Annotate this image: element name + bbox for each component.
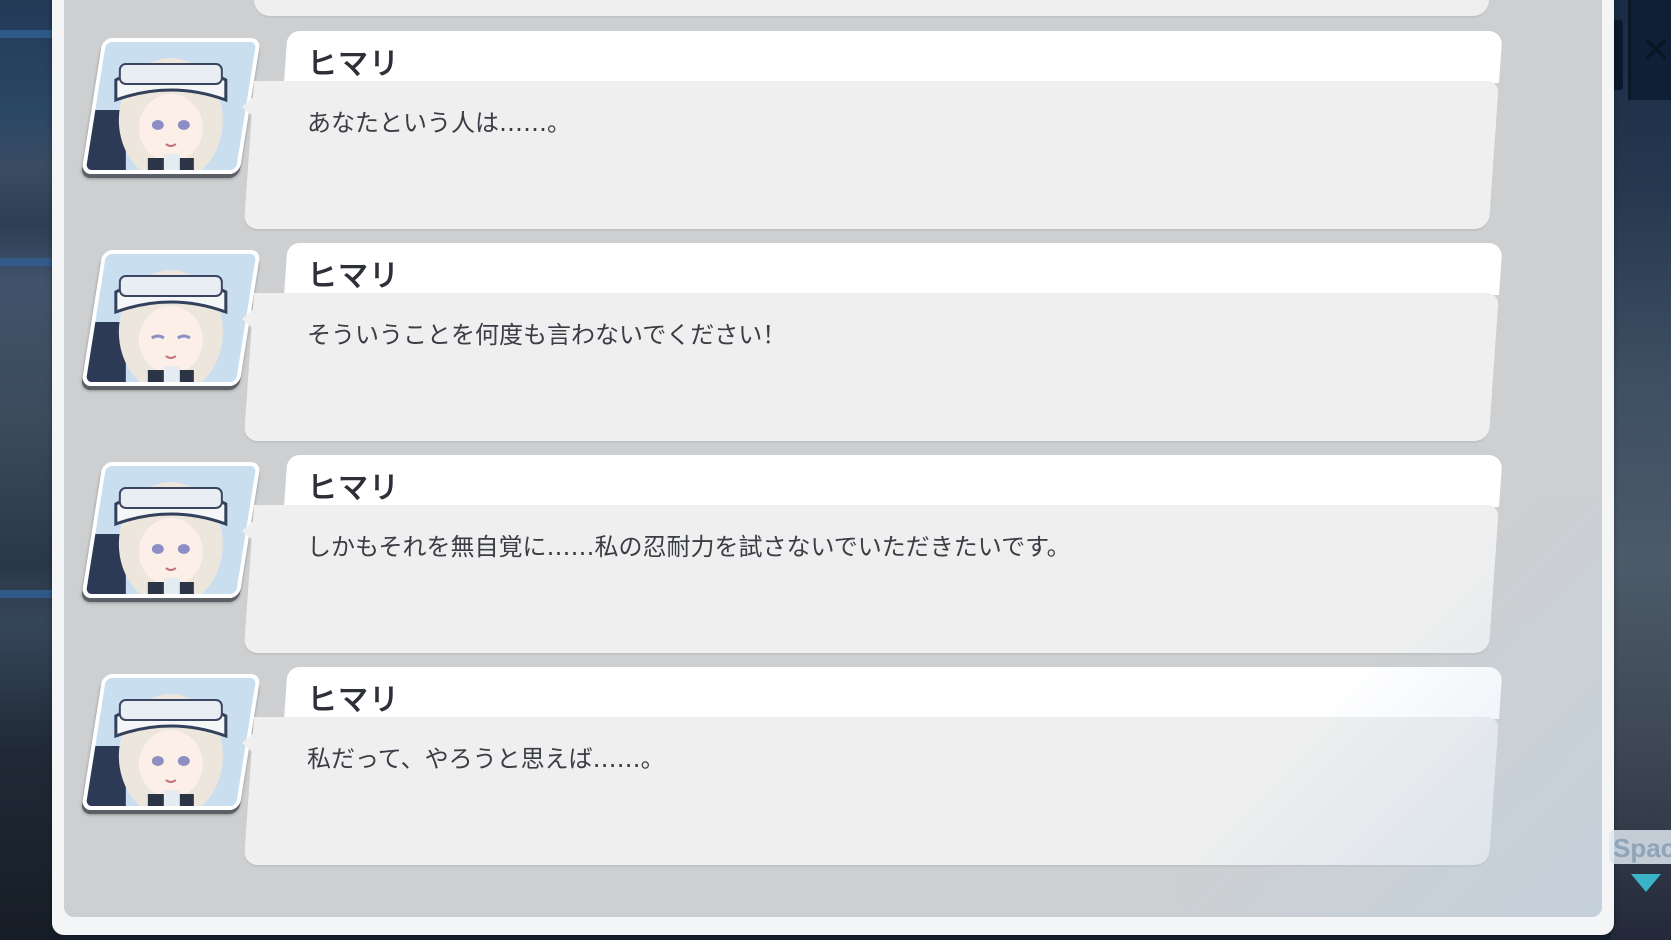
backlog-scroll-area[interactable]: ヒマリ あなたという人は……。 ヒマリ そういうことを何度も言わないでください！… [64,0,1602,917]
space-key-hint[interactable]: Spac [1609,830,1671,864]
message-bubble: ヒマリ そういうことを何度も言わないでください！ [242,243,1503,453]
portrait-art-icon [85,464,256,598]
bubble-header [284,455,1503,507]
close-icon: ✕ [1641,30,1671,71]
log-entry: ヒマリ 私だって、やろうと思えば……。 [64,667,1602,882]
background-stripe [0,258,60,266]
bubble-pointer [242,517,258,545]
dialogue-text: 私だって、やろうと思えば……。 [307,745,665,773]
message-bubble: ヒマリ しかもそれを無自覚に……私の忍耐力を試さないでいただきたいです。 [242,455,1503,665]
portrait-art-icon [85,40,256,174]
bubble-header [284,667,1503,719]
bubble-pointer [242,93,258,121]
message-bubble: ヒマリ 私だって、やろうと思えば……。 [242,667,1503,877]
bubble-header [284,31,1503,83]
bubble-header [284,243,1503,295]
character-portrait [81,674,261,810]
triangle-down-icon [1631,874,1661,892]
log-entry: ヒマリ しかもそれを無自覚に……私の忍耐力を試さないでいただきたいです。 [64,455,1602,670]
background-stripe [0,30,60,38]
speaker-name: ヒマリ [307,47,400,82]
character-portrait [81,38,261,174]
background-stripe [0,590,60,598]
close-log-button[interactable]: ✕ [1628,0,1671,100]
character-portrait [81,250,261,386]
bubble-pointer [242,305,258,333]
background-scenery-left [0,0,60,940]
character-portrait [81,462,261,598]
dialogue-text: しかもそれを無自覚に……私の忍耐力を試さないでいただきたいです。 [307,533,1071,561]
space-key-label: Spac [1613,833,1671,863]
backlog-panel: ヒマリ あなたという人は……。 ヒマリ そういうことを何度も言わないでください！… [52,0,1614,935]
portrait-art-icon [85,252,256,386]
dialogue-text: あなたという人は……。 [307,109,571,137]
speaker-name: ヒマリ [307,259,400,294]
message-bubble: ヒマリ あなたという人は……。 [242,31,1503,241]
portrait-art-icon [85,676,256,810]
background-scenery-right [1611,0,1671,940]
log-entry: ヒマリ そういうことを何度も言わないでください！ [64,243,1602,458]
dialogue-text: そういうことを何度も言わないでください！ [307,321,787,349]
speaker-name: ヒマリ [307,471,400,506]
previous-message-bubble [254,0,1489,16]
speaker-name: ヒマリ [307,683,400,718]
log-entry: ヒマリ あなたという人は……。 [64,31,1602,246]
bubble-pointer [242,729,258,757]
